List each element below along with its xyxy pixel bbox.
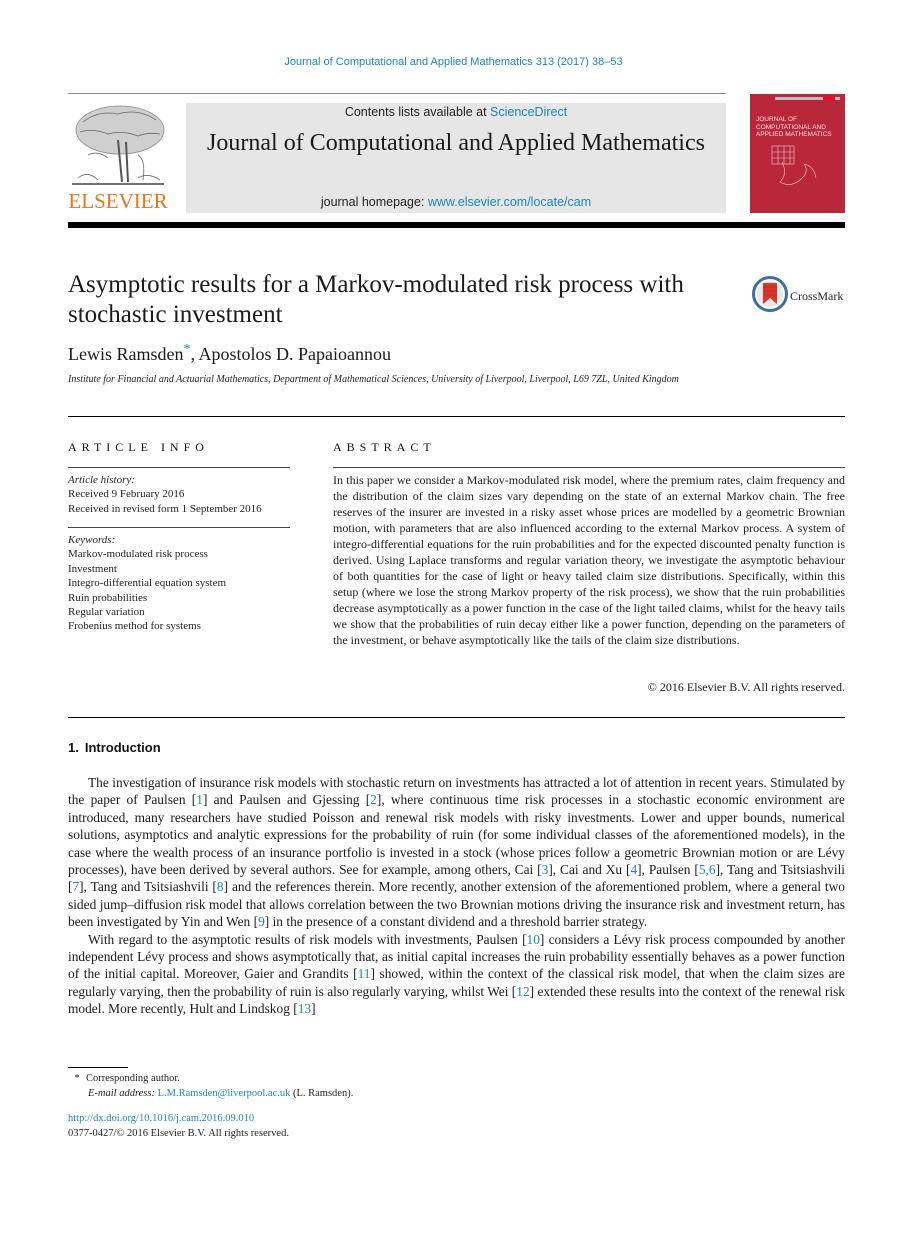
article-history: Article history: Received 9 February 201… (68, 473, 298, 516)
divider (68, 717, 845, 718)
paragraph-text: ] and Paulsen and Gjessing [ (202, 792, 371, 808)
divider (68, 467, 290, 468)
citation-link[interactable]: 13 (298, 1001, 311, 1016)
contents-prefix: Contents lists available at (344, 105, 491, 119)
citation-link[interactable]: 9 (258, 914, 265, 929)
cover-title: JOURNAL OF COMPUTATIONAL AND APPLIED MAT… (756, 116, 832, 138)
citation-link[interactable]: 11 (358, 966, 371, 981)
corresponding-author-note: Corresponding author. (86, 1073, 180, 1084)
section-title: Introduction (84, 740, 161, 755)
divider (333, 467, 845, 468)
section-number: 1. (68, 740, 79, 755)
keyword-item: Regular variation (68, 606, 145, 619)
elsevier-tree-icon (72, 105, 165, 185)
paragraph-text: ], Paulsen [ (637, 862, 699, 878)
doi-link[interactable]: http://dx.doi.org/10.1016/j.cam.2016.09.… (68, 1111, 289, 1126)
header-thick-rule (68, 222, 845, 228)
introduction-body: The investigation of insurance risk mode… (68, 774, 845, 1018)
journal-homepage-link[interactable]: www.elsevier.com/locate/cam (428, 195, 591, 209)
citation-link[interactable]: 1 (196, 792, 203, 807)
citation-link[interactable]: 2 (370, 792, 377, 807)
journal-cover-image[interactable]: JOURNAL OF COMPUTATIONAL AND APPLIED MAT… (750, 94, 845, 213)
history-item: Received in revised form 1 September 201… (68, 502, 262, 515)
author-list: Lewis Ramsden*, Apostolos D. Papaioannou (68, 343, 392, 365)
abstract-text: In this paper we consider a Markov-modul… (333, 473, 845, 647)
divider (68, 527, 290, 528)
paragraph: With regard to the asymptotic results of… (68, 931, 845, 1018)
citation-link[interactable]: 8 (217, 879, 224, 894)
masthead: Contents lists available at ScienceDirec… (186, 103, 726, 213)
issn-copyright: 0377-0427/© 2016 Elsevier B.V. All right… (68, 1128, 289, 1139)
top-rule (68, 93, 186, 94)
paragraph: The investigation of insurance risk mode… (68, 774, 845, 931)
sciencedirect-link[interactable]: ScienceDirect (490, 105, 567, 119)
citation-link[interactable]: 12 (516, 984, 529, 999)
crossmark-icon (752, 276, 788, 312)
article-history-label: Article history: (68, 474, 135, 486)
doi-block: http://dx.doi.org/10.1016/j.cam.2016.09.… (68, 1111, 289, 1141)
citation-link[interactable]: 10 (527, 932, 540, 947)
cover-graphic-icon (771, 145, 817, 185)
keyword-item: Ruin probabilities (68, 591, 148, 604)
keyword-item: Frobenius method for systems (68, 620, 201, 633)
cover-bar-accent (823, 97, 835, 100)
keyword-item: Investment (68, 562, 117, 575)
keyword-item: Integro-differential equation system (68, 577, 227, 590)
paragraph-text: With regard to the asymptotic results of… (88, 931, 527, 947)
email-suffix: (L. Ramsden). (290, 1088, 354, 1099)
crossmark-button[interactable]: CrossMark (752, 276, 852, 316)
journal-title: Journal of Computational and Applied Mat… (207, 130, 705, 156)
abstract-copyright: © 2016 Elsevier B.V. All rights reserved… (647, 680, 845, 694)
paragraph-text: ], Cai and Xu [ (548, 862, 631, 878)
abstract-heading: ABSTRACT (333, 440, 436, 454)
keywords-label: Keywords: (68, 534, 116, 546)
email-label: E-mail address: (88, 1088, 155, 1099)
elsevier-logo[interactable]: ELSEVIER (68, 100, 168, 214)
homepage-line: journal homepage: www.elsevier.com/locat… (186, 195, 726, 209)
citation-link[interactable]: 5,6 (699, 862, 716, 877)
author-name[interactable]: Apostolos D. Papaioannou (199, 344, 392, 364)
paragraph-text: ] (311, 1001, 316, 1017)
section-heading: 1. Introduction (68, 740, 167, 755)
email-link[interactable]: L.M.Ramsden@liverpool.ac.uk (158, 1088, 291, 1099)
homepage-prefix: journal homepage: (320, 195, 428, 209)
journal-reference-link[interactable]: Journal of Computational and Applied Mat… (0, 56, 907, 68)
keyword-item: Markov-modulated risk process (68, 548, 208, 561)
footnote: * Corresponding author. E-mail address: L… (68, 1071, 568, 1101)
author-name[interactable]: Lewis Ramsden (68, 344, 183, 364)
article-info-heading: ARTICLE INFO (68, 440, 209, 454)
article-title: Asymptotic results for a Markov-modulate… (68, 271, 684, 328)
elsevier-wordmark: ELSEVIER (68, 189, 168, 213)
paragraph-text: ] in the presence of a constant dividend… (264, 914, 648, 930)
crossmark-label: CrossMark (790, 289, 844, 303)
affiliation: Institute for Financial and Actuarial Ma… (68, 374, 679, 385)
footnote-marker: * (74, 1073, 80, 1084)
divider (68, 416, 845, 417)
history-item: Received 9 February 2016 (68, 488, 185, 501)
keywords: Keywords: Markov-modulated risk process … (68, 533, 298, 634)
contents-line: Contents lists available at ScienceDirec… (186, 105, 726, 119)
footnote-rule (68, 1067, 128, 1068)
top-rule (186, 93, 726, 94)
author-separator: , (190, 344, 199, 364)
paragraph-text: ], Tang and Tsitsiashvili [ (79, 879, 217, 895)
